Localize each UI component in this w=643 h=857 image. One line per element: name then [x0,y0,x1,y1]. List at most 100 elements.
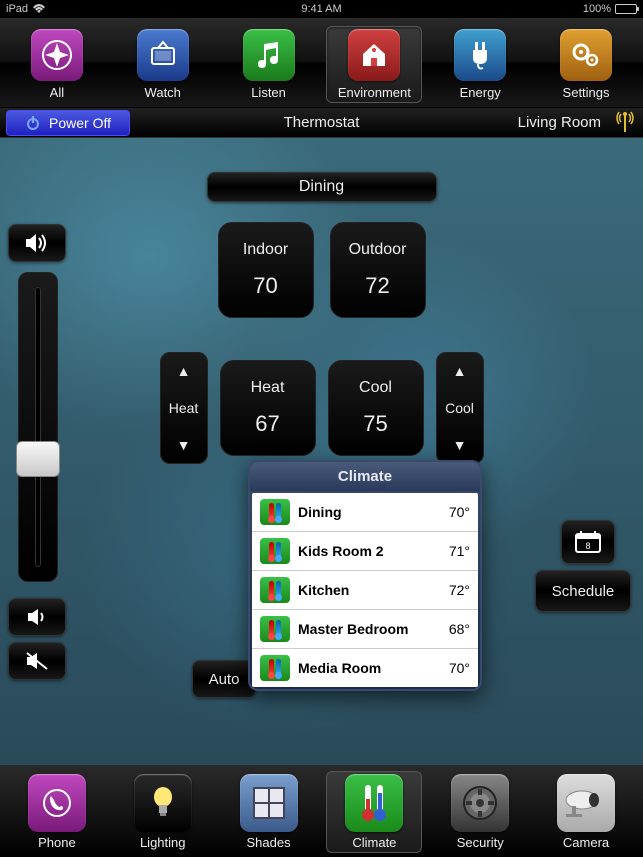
heat-stepper[interactable]: ▲ Heat ▼ [160,352,208,464]
schedule-label: Schedule [552,583,615,600]
indoor-temp-box: Indoor 70 [218,222,314,318]
battery-percent: 100% [583,3,611,15]
indoor-value: 70 [253,273,277,299]
nav-label: Climate [352,835,396,850]
antenna-icon[interactable] [615,110,635,132]
popover-list: Dining 70° Kids Room 2 71° Kitchen 72° M… [252,493,478,687]
chevron-down-icon: ▼ [177,437,191,453]
zone-name: Master Bedroom [298,621,441,637]
zone-name: Dining [298,504,441,520]
auto-label: Auto [209,671,240,688]
zone-row-media-room[interactable]: Media Room 70° [252,649,478,687]
climate-popover: Climate Dining 70° Kids Room 2 71° Kitch… [248,460,482,691]
nav-watch[interactable]: Watch [115,27,211,102]
nav-all[interactable]: All [9,27,105,102]
zone-temp: 71° [449,543,470,559]
heat-setpoint-box: Heat 67 [220,360,316,456]
nav-listen[interactable]: Listen [221,27,317,102]
zone-temp: 68° [449,621,470,637]
page-title: Thermostat [284,114,360,131]
gears-icon [560,29,612,81]
popover-arrow-icon [353,687,377,691]
lightbulb-icon [134,774,192,832]
thermometer-icon [260,499,290,525]
nav-label: Security [457,835,504,850]
chevron-up-icon: ▲ [177,363,191,379]
nav-label: Environment [338,85,411,100]
bottom-nav-lighting[interactable]: Lighting [115,772,211,852]
nav-label: Lighting [140,835,186,850]
bottom-nav-shades[interactable]: Shades [221,772,317,852]
thermometer-icon [345,774,403,832]
speaker-icon [24,233,50,253]
music-note-icon [243,29,295,81]
device-label: iPad [6,3,28,15]
nav-environment[interactable]: Environment [326,26,422,103]
main-area: Dining Indoor 70 Outdoor 72 ▲ Heat ▼ Hea… [0,138,643,765]
popover-title: Climate [250,462,480,491]
zone-temp: 70° [449,504,470,520]
status-bar: iPad 9:41 AM 100% [0,0,643,18]
volume-down-button[interactable] [8,598,66,636]
auto-button[interactable]: Auto [192,660,256,698]
speaker-mute-icon [25,652,49,670]
cool-stepper[interactable]: ▲ Cool ▼ [436,352,484,464]
camera-icon [557,774,615,832]
power-off-button[interactable]: Power Off [6,110,130,136]
nav-energy[interactable]: Energy [432,27,528,102]
zone-temp: 70° [449,660,470,676]
temperature-readouts: Indoor 70 Outdoor 72 [218,222,426,318]
bottom-nav-camera[interactable]: Camera [538,772,634,852]
phone-icon [28,774,86,832]
zone-row-master-bedroom[interactable]: Master Bedroom 68° [252,610,478,649]
bottom-nav-security[interactable]: Security [432,772,528,852]
clock: 9:41 AM [301,3,341,15]
outdoor-value: 72 [365,273,389,299]
bottom-nav-phone[interactable]: Phone [9,772,105,852]
nav-label: Settings [563,85,610,100]
nav-label: Camera [563,835,609,850]
nav-settings[interactable]: Settings [538,27,634,102]
nav-label: Watch [145,85,181,100]
zone-row-kitchen[interactable]: Kitchen 72° [252,571,478,610]
nav-label: Phone [38,835,76,850]
speaker-low-icon [26,608,48,626]
wifi-icon [32,4,46,14]
cool-label: Cool [359,379,392,397]
calendar-button[interactable]: 8 [561,520,615,564]
zone-row-kids-room-2[interactable]: Kids Room 2 71° [252,532,478,571]
window-icon [240,774,298,832]
thermometer-icon [260,577,290,603]
volume-slider-track[interactable] [18,272,58,582]
battery-icon [615,4,637,14]
sub-bar: Power Off Thermostat Living Room [0,108,643,138]
bottom-nav-climate[interactable]: Climate [326,771,422,853]
thermometer-icon [260,538,290,564]
cool-value: 75 [363,411,387,437]
schedule-button[interactable]: Schedule [535,570,631,612]
slider-groove [35,287,41,567]
indoor-label: Indoor [243,241,288,259]
outdoor-temp-box: Outdoor 72 [330,222,426,318]
thermometer-icon [260,655,290,681]
zone-name-label[interactable]: Dining [207,172,437,202]
bottom-nav: Phone Lighting Shades Climate Security C… [0,765,643,857]
nav-label: Energy [460,85,501,100]
calendar-icon: 8 [574,530,602,554]
heat-stepper-label: Heat [169,400,199,416]
nav-label: All [50,85,64,100]
mute-button[interactable] [8,642,66,680]
zone-row-dining[interactable]: Dining 70° [252,493,478,532]
power-label: Power Off [49,115,111,131]
tv-icon [137,29,189,81]
nav-label: Shades [247,835,291,850]
volume-button[interactable] [8,224,66,262]
room-selector[interactable]: Living Room [518,114,601,131]
nav-label: Listen [251,85,286,100]
svg-text:8: 8 [585,541,590,551]
zone-name: Kids Room 2 [298,543,441,559]
setpoint-controls: ▲ Heat ▼ Heat 67 Cool 75 ▲ Cool ▼ [160,352,484,464]
cool-stepper-label: Cool [445,400,474,416]
vault-icon [451,774,509,832]
volume-slider-thumb[interactable] [16,441,60,477]
